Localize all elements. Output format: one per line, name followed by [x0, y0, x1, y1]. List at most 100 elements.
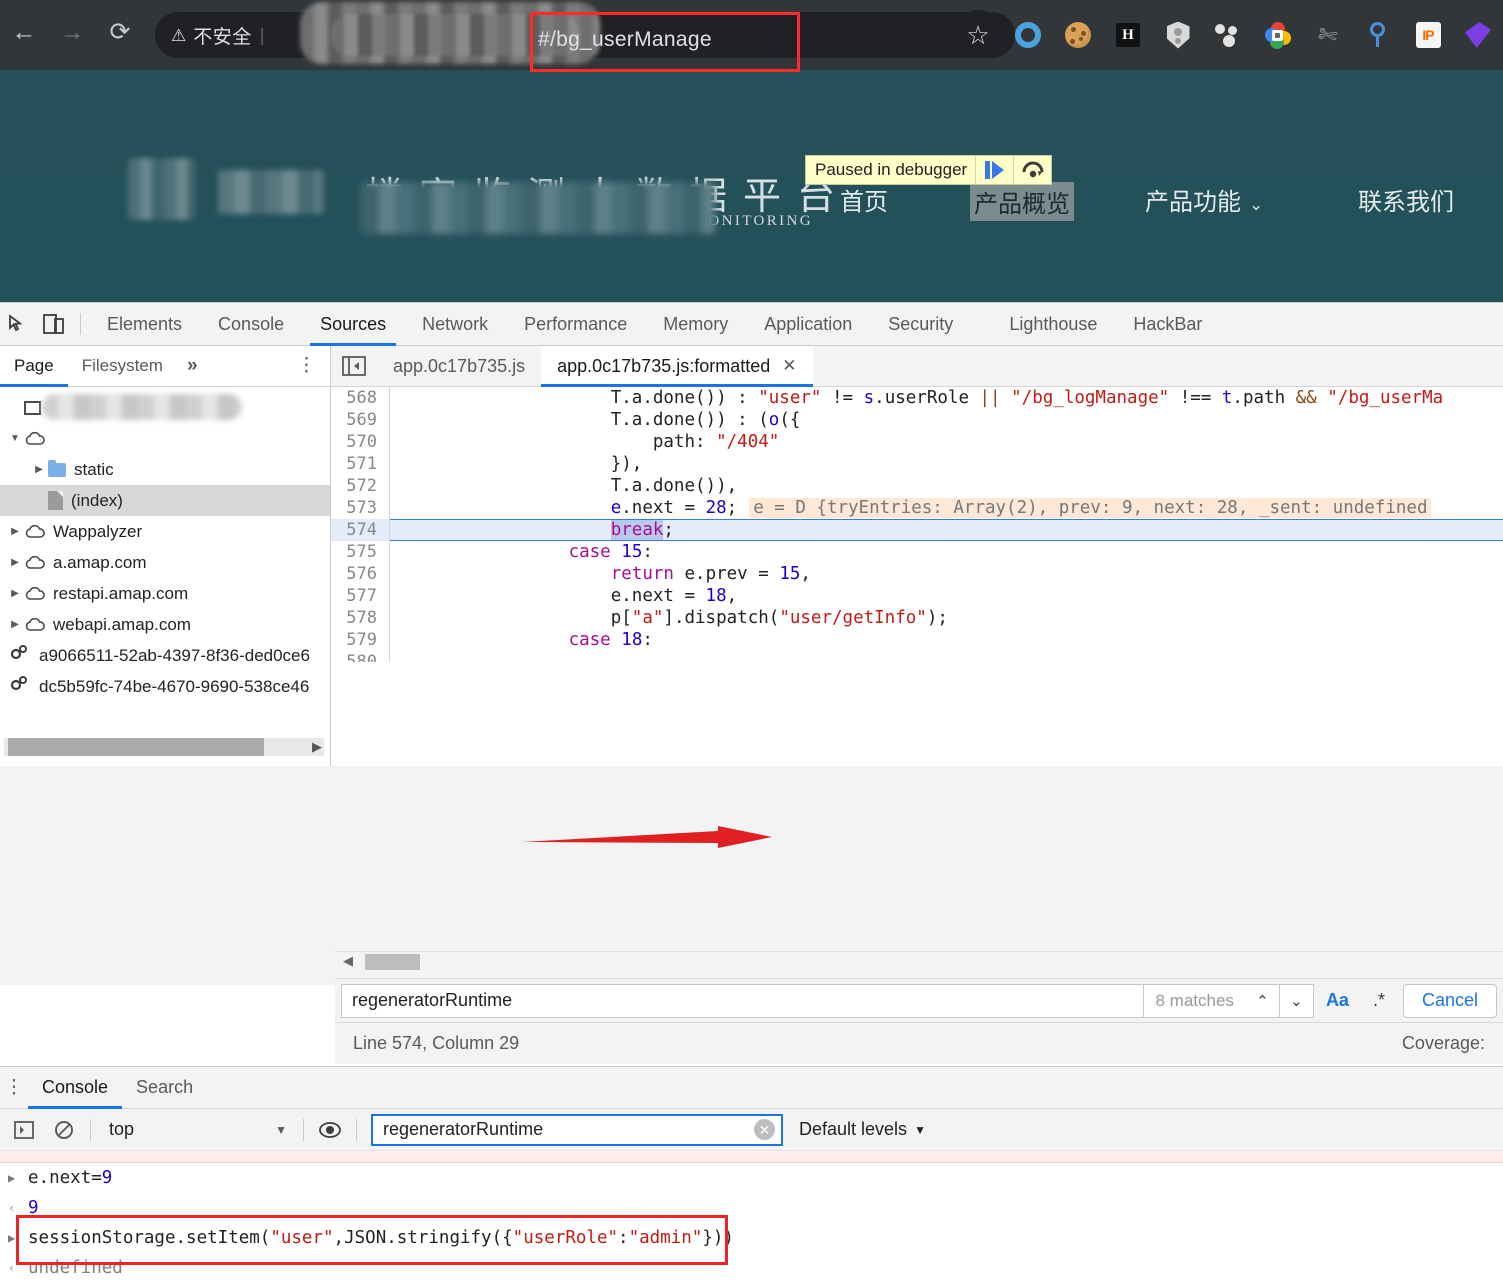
tab-security[interactable]: Security [870, 303, 971, 346]
ring-extension-icon[interactable] [1003, 0, 1053, 70]
nav-item-product-overview[interactable]: 产品概览 [970, 182, 1074, 221]
wappalyzer-extension-icon[interactable] [1203, 0, 1253, 70]
shield-extension-icon[interactable] [1153, 0, 1203, 70]
editor-scrollbar-thumb[interactable] [365, 954, 420, 970]
tab-hackbar[interactable]: HackBar [1115, 303, 1220, 346]
code-line[interactable]: 580 [331, 651, 1503, 662]
star-icon[interactable]: ☆ [953, 0, 1003, 70]
code-lines-container[interactable]: 568 T.a.done()) : "user" != s.userRole |… [331, 387, 1503, 662]
tree-item-webapi-amap-com[interactable]: ▶ webapi.amap.com [0, 609, 330, 640]
navigator-tab-filesystem[interactable]: Filesystem [68, 346, 177, 387]
tab-performance[interactable]: Performance [506, 303, 645, 346]
reload-icon[interactable]: ⟳ [96, 8, 144, 56]
code-line[interactable]: 568 T.a.done()) : "user" != s.userRole |… [331, 387, 1503, 409]
regex-button[interactable]: .* [1361, 990, 1397, 1011]
log-levels-select[interactable]: Default levels ▼ [799, 1119, 926, 1140]
line-number[interactable]: 569 [331, 409, 390, 431]
line-number[interactable]: 571 [331, 453, 390, 475]
tree-item-index[interactable]: (index) [0, 485, 330, 516]
proxy-switchy-extension-icon[interactable] [1253, 0, 1303, 70]
tree-item-restapi-amap-com[interactable]: ▶ restapi.amap.com [0, 578, 330, 609]
more-tabs-icon[interactable]: » [177, 355, 208, 377]
tree-item-wappalyzer[interactable]: ▶ Wappalyzer [0, 516, 330, 547]
navigator-scrollbar-thumb[interactable] [8, 738, 264, 756]
editor-tab-app-js[interactable]: app.0c17b735.js [377, 346, 541, 387]
code-line[interactable]: 576 return e.prev = 15, [331, 563, 1503, 585]
nav-item-product-features[interactable]: 产品功能 ⌄ [1145, 182, 1263, 217]
editor-horizontal-scrollbar[interactable]: ◀ [335, 951, 1503, 971]
resume-script-icon[interactable] [976, 156, 1013, 184]
twisty-icon[interactable]: ▶ [6, 526, 24, 537]
tree-item-worker-a9066511[interactable]: a9066511-52ab-4397-8f36-ded0ce6 [0, 640, 330, 671]
hackbar-extension-icon[interactable]: H [1103, 0, 1153, 70]
match-case-button[interactable]: Aa [1314, 990, 1361, 1011]
tab-elements[interactable]: Elements [89, 303, 200, 346]
close-tab-icon[interactable]: ✕ [782, 356, 796, 376]
clear-console-icon[interactable] [44, 1109, 84, 1151]
line-number[interactable]: 578 [331, 607, 390, 629]
line-number[interactable]: 574 [331, 519, 390, 541]
line-number[interactable]: 577 [331, 585, 390, 607]
editor-tab-app-js-formatted[interactable]: app.0c17b735.js:formatted ✕ [541, 345, 813, 387]
expand-caret-icon[interactable]: ▶ [8, 1231, 24, 1245]
line-number[interactable]: 575 [331, 541, 390, 563]
tree-item-origin[interactable]: ▼ [0, 423, 330, 454]
code-line[interactable]: 577 e.next = 18, [331, 585, 1503, 607]
code-line[interactable]: 570 path: "/404" [331, 431, 1503, 453]
navigator-tab-page[interactable]: Page [0, 346, 68, 387]
code-line[interactable]: 571 }), [331, 453, 1503, 475]
code-line[interactable]: 572 T.a.done()), [331, 475, 1503, 497]
console-message-input[interactable]: ▶ e.next=9 [0, 1163, 1503, 1193]
ip-extension-icon[interactable]: IP [1403, 0, 1453, 70]
wrench-extension-icon[interactable]: ✄ [1303, 0, 1353, 70]
code-line[interactable]: 579 case 18: [331, 629, 1503, 651]
clear-filter-icon[interactable]: ✕ [754, 1119, 775, 1140]
console-message-input-highlighted[interactable]: ▶ sessionStorage.setItem("user",JSON.str… [0, 1223, 1503, 1253]
coverage-label[interactable]: Coverage: [1402, 1033, 1485, 1054]
line-number[interactable]: 572 [331, 475, 390, 497]
inspect-element-icon[interactable] [0, 303, 36, 346]
scroll-left-icon[interactable]: ◀ [343, 953, 353, 969]
step-over-icon[interactable] [1014, 156, 1051, 184]
key-extension-icon[interactable] [1353, 0, 1403, 70]
tab-network[interactable]: Network [404, 303, 506, 346]
forward-arrow-icon[interactable]: → [48, 8, 96, 56]
more-options-icon[interactable]: ⋮ [297, 356, 316, 375]
code-line[interactable]: 569 T.a.done()) : (o({ [331, 409, 1503, 431]
twisty-icon[interactable]: ▶ [6, 588, 24, 599]
nav-item-contact-us[interactable]: 联系我们 [1358, 182, 1454, 217]
cookie-extension-icon[interactable] [1053, 0, 1103, 70]
tree-item-static[interactable]: ▶ static [0, 454, 330, 485]
line-number[interactable]: 576 [331, 563, 390, 585]
line-number[interactable]: 573 [331, 497, 390, 519]
code-line[interactable]: 574 break; [331, 519, 1503, 541]
code-line[interactable]: 573 e.next = 28; e = D {tryEntries: Array… [331, 497, 1503, 519]
find-previous-icon[interactable]: ⌃ [1245, 983, 1280, 1018]
code-line[interactable]: 578 p["a"].dispatch("user/getInfo"); [331, 607, 1503, 629]
tab-sources[interactable]: Sources [302, 303, 404, 346]
console-sidebar-icon[interactable] [4, 1109, 44, 1151]
find-input[interactable]: regeneratorRuntime [341, 983, 1144, 1018]
drawer-tab-search[interactable]: Search [122, 1067, 207, 1109]
twisty-icon[interactable]: ▼ [6, 433, 24, 444]
tab-memory[interactable]: Memory [645, 303, 746, 346]
twisty-icon[interactable]: ▶ [6, 619, 24, 630]
scroll-right-icon[interactable]: ▶ [312, 739, 322, 755]
line-number[interactable]: 579 [331, 629, 390, 651]
line-number[interactable]: 568 [331, 387, 390, 409]
back-arrow-icon[interactable]: ← [0, 8, 48, 56]
tab-lighthouse[interactable]: Lighthouse [991, 303, 1115, 346]
tree-item-a-amap-com[interactable]: ▶ a.amap.com [0, 547, 330, 578]
line-number[interactable]: 580 [331, 651, 390, 662]
navigator-horizontal-scrollbar[interactable]: ▶ [4, 738, 324, 756]
line-number[interactable]: 570 [331, 431, 390, 453]
drawer-more-options-icon[interactable]: ⋮ [0, 1076, 28, 1099]
code-line[interactable]: 575 case 15: [331, 541, 1503, 563]
twisty-icon[interactable]: ▶ [30, 464, 48, 475]
expand-caret-icon[interactable]: ▶ [8, 1171, 24, 1185]
twisty-icon[interactable]: ▶ [6, 557, 24, 568]
drawer-tab-console[interactable]: Console [28, 1067, 123, 1109]
tree-item-worker-dc5b59fc[interactable]: dc5b59fc-74be-4670-9690-538ce46 [0, 671, 330, 702]
execution-context-select[interactable]: top ▼ [97, 1115, 297, 1145]
find-next-icon[interactable]: ⌄ [1279, 983, 1314, 1018]
